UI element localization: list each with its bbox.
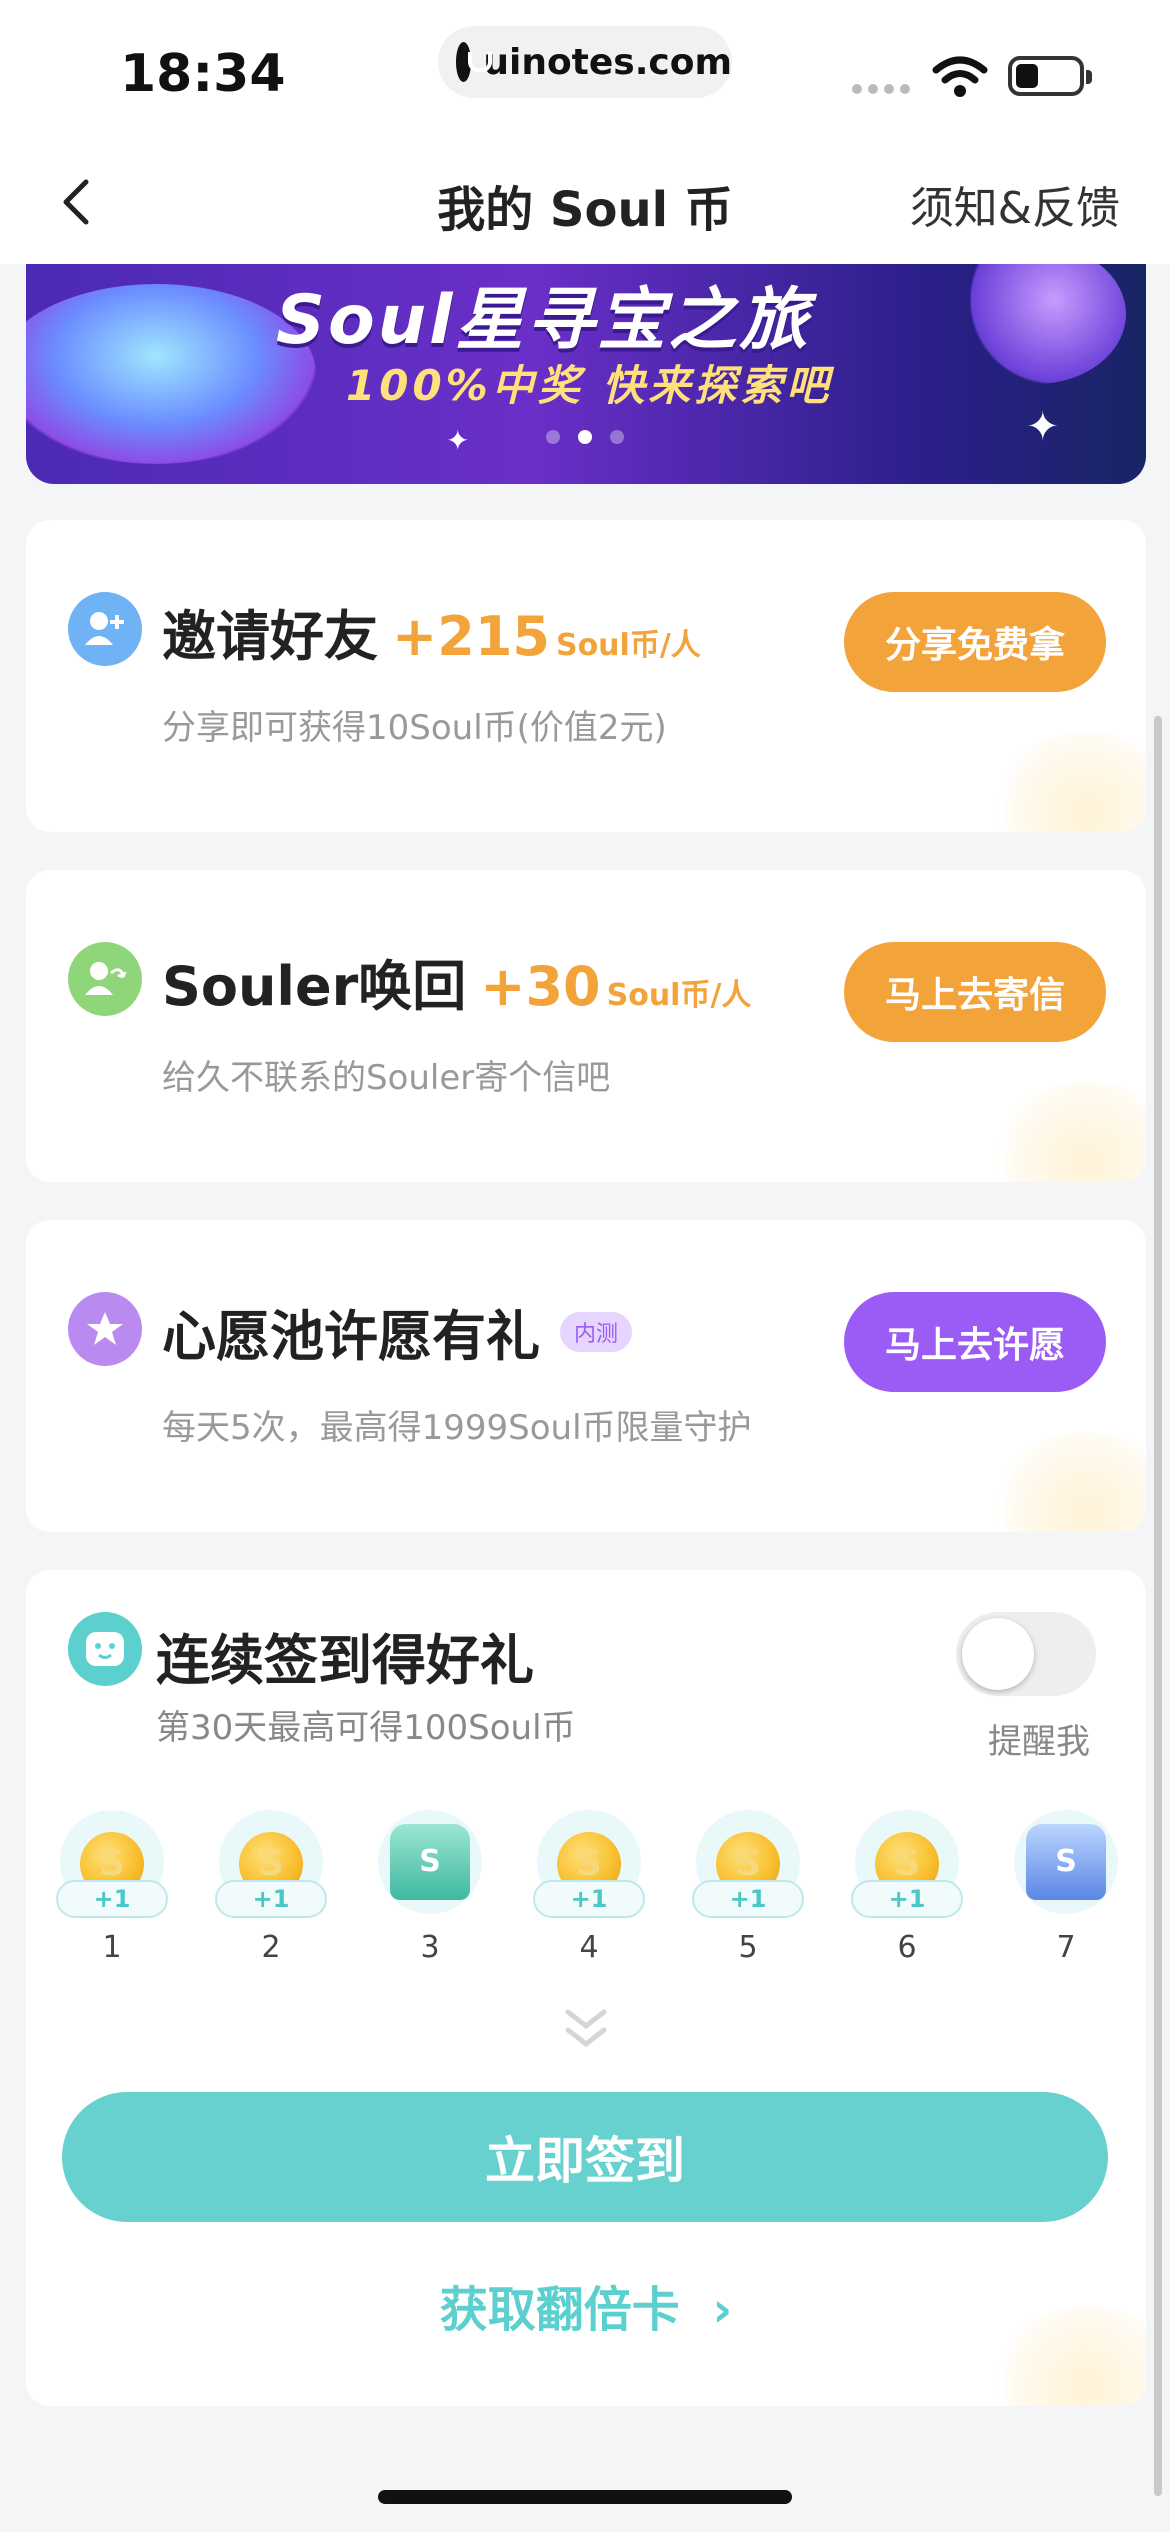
task-card-wish-pool: 心愿池许愿有礼 内测 每天5次，最高得1999Soul币限量守护 马上去许愿 bbox=[26, 1220, 1146, 1532]
remind-toggle[interactable] bbox=[956, 1612, 1096, 1696]
star-icon bbox=[68, 1292, 142, 1366]
scrollbar[interactable] bbox=[1154, 716, 1162, 2496]
sparkle-icon: ✦ bbox=[446, 424, 470, 457]
ufo-illustration bbox=[26, 284, 316, 464]
reward-amount: +30 bbox=[480, 955, 601, 1018]
day-item: S 3 bbox=[350, 1810, 510, 1990]
banner-title: Soul星寻宝之旅 bbox=[276, 281, 811, 360]
reward-unit: Soul币/人 bbox=[606, 978, 752, 1013]
task-title-text: 邀请好友 bbox=[162, 605, 378, 668]
day-item: S +1 5 bbox=[668, 1810, 828, 1990]
notice-feedback-link[interactable]: 须知&反馈 bbox=[910, 172, 1120, 236]
reward-badge: +1 bbox=[533, 1880, 645, 1918]
task-description: 分享即可获得10Soul币(价值2元) bbox=[162, 708, 667, 748]
day-item: S +1 6 bbox=[827, 1810, 987, 1990]
carousel-dot[interactable] bbox=[610, 430, 624, 444]
carousel-dots bbox=[546, 430, 624, 444]
make-wish-button[interactable]: 马上去许愿 bbox=[844, 1292, 1106, 1392]
day-number: 7 bbox=[1056, 1930, 1076, 1965]
day-number: 3 bbox=[420, 1930, 440, 1965]
blue-treasure-chest-icon: S bbox=[1026, 1824, 1106, 1900]
green-treasure-chest-icon: S bbox=[390, 1824, 470, 1900]
remind-label: 提醒我 bbox=[988, 1722, 1090, 1762]
calendar-mascot-icon bbox=[68, 1612, 142, 1686]
double-card-text: 获取翻倍卡 bbox=[439, 2282, 680, 2338]
task-title: 心愿池许愿有礼 内测 bbox=[162, 1292, 633, 1371]
day-item: S +1 2 bbox=[191, 1810, 351, 1990]
carousel-dot[interactable] bbox=[546, 430, 560, 444]
signin-card: 连续签到得好礼 第30天最高可得100Soul币 提醒我 S +1 1 S +1… bbox=[26, 1570, 1146, 2406]
cellular-signal-icon bbox=[852, 84, 910, 94]
signin-subtitle: 第30天最高可得100Soul币 bbox=[156, 1708, 576, 1748]
card-decoration bbox=[986, 732, 1146, 832]
share-free-button[interactable]: 分享免费拿 bbox=[844, 592, 1106, 692]
expand-chevron-icon[interactable] bbox=[558, 2002, 614, 2058]
battery-icon bbox=[1008, 56, 1092, 96]
day-number: 2 bbox=[261, 1930, 281, 1965]
reward-badge: +1 bbox=[851, 1880, 963, 1918]
reward-unit: Soul币/人 bbox=[555, 628, 701, 663]
task-title: Souler唤回 +30 Soul币/人 bbox=[162, 942, 751, 1021]
signin-title: 连续签到得好礼 bbox=[156, 1629, 534, 1692]
send-letter-button[interactable]: 马上去寄信 bbox=[844, 942, 1106, 1042]
day-number: 6 bbox=[897, 1930, 917, 1965]
promo-banner[interactable]: Soul星寻宝之旅 100%中奖 快来探索吧 ✦ ✦ bbox=[26, 264, 1146, 484]
beta-badge: 内测 bbox=[560, 1311, 633, 1352]
task-title: 邀请好友 +215 Soul币/人 bbox=[162, 592, 701, 671]
task-title-text: 心愿池许愿有礼 bbox=[162, 1305, 540, 1368]
wifi-icon bbox=[932, 56, 988, 97]
day-number: 5 bbox=[738, 1930, 758, 1965]
reward-badge: +1 bbox=[692, 1880, 804, 1918]
url-pill[interactable]: uinotes.com bbox=[438, 26, 732, 98]
sparkle-icon: ✦ bbox=[1026, 404, 1060, 450]
reward-badge: +1 bbox=[56, 1880, 168, 1918]
planet-illustration bbox=[946, 264, 1126, 384]
home-indicator[interactable] bbox=[378, 2490, 792, 2504]
get-double-card-link[interactable]: 获取翻倍卡 › bbox=[26, 2270, 1146, 2340]
day-number: 4 bbox=[579, 1930, 599, 1965]
url-text: uinotes.com bbox=[483, 41, 732, 83]
site-logo-icon bbox=[456, 42, 493, 82]
signin-days: S +1 1 S +1 2 S 3 S +1 4 S +1 5 S +1 6 S… bbox=[26, 1810, 1146, 1990]
reward-amount: +215 bbox=[392, 605, 550, 668]
card-decoration bbox=[986, 1432, 1146, 1532]
status-bar: 18:34 uinotes.com bbox=[0, 0, 1170, 140]
nav-bar: 我的 Soul 币 须知&反馈 bbox=[0, 140, 1170, 264]
task-card-recall: Souler唤回 +30 Soul币/人 给久不联系的Souler寄个信吧 马上… bbox=[26, 870, 1146, 1182]
task-card-invite: 邀请好友 +215 Soul币/人 分享即可获得10Soul币(价值2元) 分享… bbox=[26, 520, 1146, 832]
signin-button[interactable]: 立即签到 bbox=[62, 2092, 1108, 2222]
reward-badge: +1 bbox=[215, 1880, 327, 1918]
banner-subtitle: 100%中奖 快来探索吧 bbox=[346, 361, 833, 410]
recall-user-icon bbox=[68, 942, 142, 1016]
day-item: S +1 4 bbox=[509, 1810, 669, 1990]
task-description: 每天5次，最高得1999Soul币限量守护 bbox=[162, 1408, 752, 1448]
add-user-icon bbox=[68, 592, 142, 666]
day-number: 1 bbox=[102, 1930, 122, 1965]
chevron-right-icon: › bbox=[712, 2282, 733, 2338]
day-item: S +1 1 bbox=[32, 1810, 192, 1990]
task-title-text: Souler唤回 bbox=[162, 955, 467, 1018]
card-decoration bbox=[986, 1082, 1146, 1182]
carousel-dot-active[interactable] bbox=[578, 430, 592, 444]
day-item: S 7 bbox=[986, 1810, 1146, 1990]
task-description: 给久不联系的Souler寄个信吧 bbox=[162, 1058, 611, 1098]
status-time: 18:34 bbox=[120, 44, 286, 104]
